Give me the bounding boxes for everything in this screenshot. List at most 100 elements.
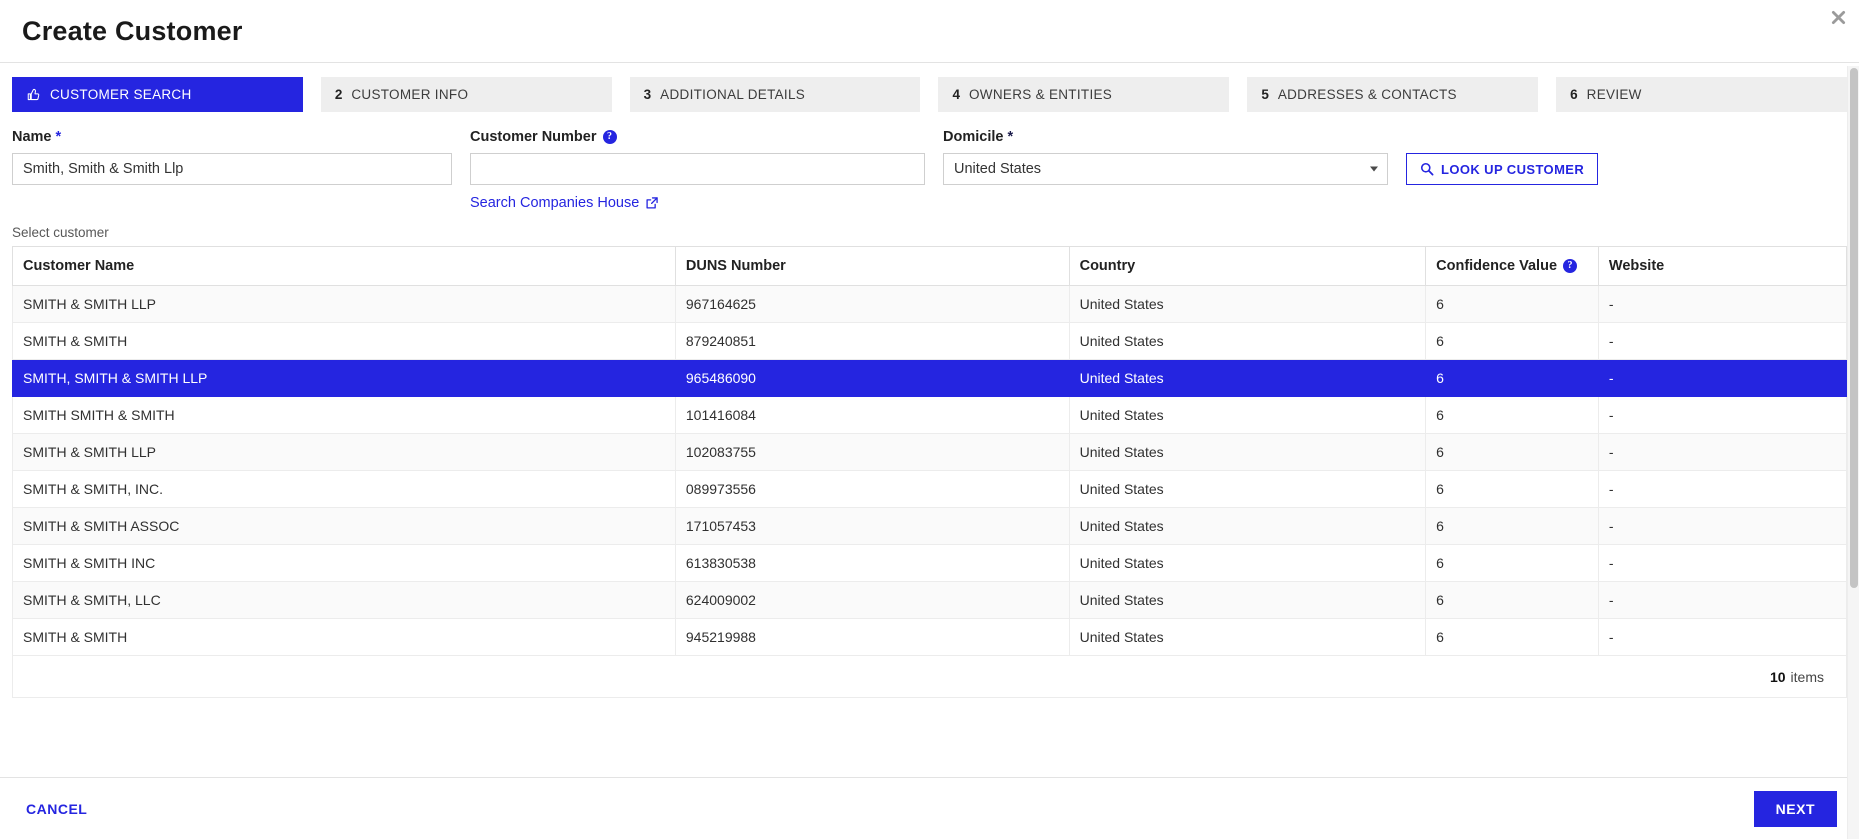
domicile-field-group: Domicile * United States	[943, 128, 1388, 185]
footer-actions: CANCEL NEXT	[0, 778, 1859, 839]
cell-country: United States	[1068, 470, 1427, 508]
tab-label: ADDRESSES & CONTACTS	[1277, 87, 1457, 102]
tab-label: REVIEW	[1586, 87, 1642, 102]
domicile-label-text: Domicile	[943, 128, 1004, 145]
look-up-customer-label: LOOK UP CUSTOMER	[1441, 161, 1585, 177]
cell-website: -	[1597, 322, 1848, 360]
table-row[interactable]: SMITH & SMITH LLP 967164625 United States 6…	[12, 285, 1848, 323]
help-circle-icon[interactable]: ?	[1563, 259, 1578, 273]
column-header-duns-number[interactable]: DUNS Number	[674, 246, 1070, 286]
cell-confidence-value: 6	[1425, 359, 1599, 397]
cell-confidence-value: 6	[1425, 470, 1599, 508]
close-icon[interactable]	[1827, 6, 1849, 28]
required-asterisk: *	[1007, 128, 1014, 145]
customer-number-label-text: Customer Number	[470, 128, 597, 145]
name-label-text: Name	[12, 128, 52, 145]
name-label: Name *	[12, 128, 452, 145]
cell-customer-name: SMITH & SMITH LLP	[12, 285, 676, 323]
tab-customer-info[interactable]: 2 CUSTOMER INFO	[320, 77, 612, 112]
column-header-country[interactable]: Country	[1068, 246, 1427, 286]
tab-number: 4	[952, 87, 960, 102]
cell-website: -	[1597, 285, 1848, 323]
tab-label: OWNERS & ENTITIES	[969, 87, 1113, 102]
column-label: Website	[1608, 258, 1665, 274]
domicile-label: Domicile *	[943, 128, 1388, 145]
table-row[interactable]: SMITH & SMITH ASSOC 171057453 United State…	[12, 507, 1848, 545]
cell-website: -	[1597, 618, 1848, 656]
customer-number-field-group: Customer Number ?	[470, 128, 925, 185]
column-header-website[interactable]: Website	[1597, 246, 1848, 286]
tab-label: ADDITIONAL DETAILS	[660, 87, 806, 102]
cell-customer-name: SMITH & SMITH	[12, 322, 676, 360]
help-circle-icon[interactable]: ?	[602, 129, 617, 144]
customer-number-label: Customer Number ?	[470, 128, 925, 145]
check-hand-icon	[26, 87, 41, 102]
tab-customer-search[interactable]: CUSTOMER SEARCH	[12, 77, 303, 112]
tab-label: CUSTOMER SEARCH	[50, 87, 192, 102]
cell-confidence-value: 6	[1425, 507, 1599, 545]
vertical-scrollbar[interactable]	[1847, 66, 1859, 839]
cell-website: -	[1597, 433, 1848, 471]
table-row[interactable]: SMITH & SMITH, LLC 624009002 United States…	[12, 581, 1848, 619]
column-label: Country	[1079, 258, 1136, 274]
search-form: Name * Customer Number ? Domicile * Unit…	[0, 112, 1859, 185]
table-row[interactable]: SMITH & SMITH 945219988 United States 6-	[12, 618, 1848, 656]
search-companies-house-link[interactable]: Search Companies House	[470, 195, 659, 211]
customer-results-table-wrap: Customer Name DUNS Number Country Confid…	[0, 246, 1859, 698]
companies-house-row: Search Companies House	[0, 185, 1859, 211]
cell-duns-number: 101416084	[674, 396, 1070, 434]
tab-addresses-contacts[interactable]: 5 ADDRESSES & CONTACTS	[1247, 77, 1539, 112]
cell-confidence-value: 6	[1425, 285, 1599, 323]
cell-confidence-value: 6	[1425, 322, 1599, 360]
cell-duns-number: 613830538	[674, 544, 1070, 582]
table-body: SMITH & SMITH LLP 967164625 United States 6…	[12, 285, 1848, 656]
cell-customer-name: SMITH & SMITH, INC.	[12, 470, 676, 508]
cell-website: -	[1597, 507, 1848, 545]
table-row[interactable]: SMITH & SMITH INC 613830538 United States 6…	[12, 544, 1848, 582]
cell-customer-name: SMITH, SMITH & SMITH LLP	[12, 359, 676, 397]
cell-website: -	[1597, 396, 1848, 434]
tab-number: 2	[334, 87, 343, 102]
table-row[interactable]: SMITH SMITH & SMITH 101416084 United State…	[12, 396, 1848, 434]
cell-country: United States	[1068, 618, 1427, 656]
customer-number-input[interactable]	[470, 153, 925, 185]
cell-confidence-value: 6	[1425, 433, 1599, 471]
cell-duns-number: 089973556	[674, 470, 1070, 508]
cell-duns-number: 624009002	[674, 581, 1070, 619]
column-header-customer-name[interactable]: Customer Name	[12, 246, 676, 286]
cell-website: -	[1597, 359, 1848, 397]
cell-confidence-value: 6	[1425, 618, 1599, 656]
cell-website: -	[1597, 544, 1848, 582]
cell-duns-number: 879240851	[674, 322, 1070, 360]
cell-customer-name: SMITH & SMITH INC	[12, 544, 676, 582]
table-row[interactable]: SMITH & SMITH, INC. 089973556 United State…	[12, 470, 1848, 508]
tab-number: 3	[643, 87, 652, 102]
table-row[interactable]: SMITH & SMITH 879240851 United States 6-	[12, 322, 1848, 360]
tab-number: 5	[1261, 87, 1269, 102]
domicile-select[interactable]: United States	[943, 153, 1388, 185]
cancel-button[interactable]: CANCEL	[22, 793, 91, 825]
stepper-tabs: CUSTOMER SEARCH 2 CUSTOMER INFO 3 ADDITI…	[0, 63, 1859, 112]
table-row[interactable]: SMITH & SMITH LLP 102083755 United States 6…	[12, 433, 1848, 471]
scrollbar-thumb[interactable]	[1850, 68, 1858, 588]
table-header: Customer Name DUNS Number Country Confid…	[12, 246, 1848, 286]
cell-country: United States	[1068, 581, 1427, 619]
tab-additional-details[interactable]: 3 ADDITIONAL DETAILS	[629, 77, 921, 112]
cell-duns-number: 945219988	[674, 618, 1070, 656]
tab-owners-entities[interactable]: 4 OWNERS & ENTITIES	[938, 77, 1230, 112]
name-input[interactable]	[12, 153, 452, 185]
table-row[interactable]: SMITH, SMITH & SMITH LLP 965486090 United …	[12, 359, 1848, 397]
domicile-selected-value: United States	[954, 161, 1042, 177]
cell-country: United States	[1068, 433, 1427, 471]
item-count-label: items	[1790, 668, 1824, 685]
required-asterisk: *	[55, 128, 62, 145]
look-up-customer-button[interactable]: LOOK UP CUSTOMER	[1406, 153, 1599, 185]
cell-duns-number: 965486090	[674, 359, 1070, 397]
cell-country: United States	[1068, 544, 1427, 582]
table-header-row: Customer Name DUNS Number Country Confid…	[12, 246, 1848, 286]
tab-review[interactable]: 6 REVIEW	[1556, 77, 1847, 112]
next-button[interactable]: NEXT	[1753, 790, 1837, 827]
chevron-down-icon	[1370, 166, 1378, 172]
column-header-confidence-value[interactable]: Confidence Value ?	[1425, 246, 1599, 286]
